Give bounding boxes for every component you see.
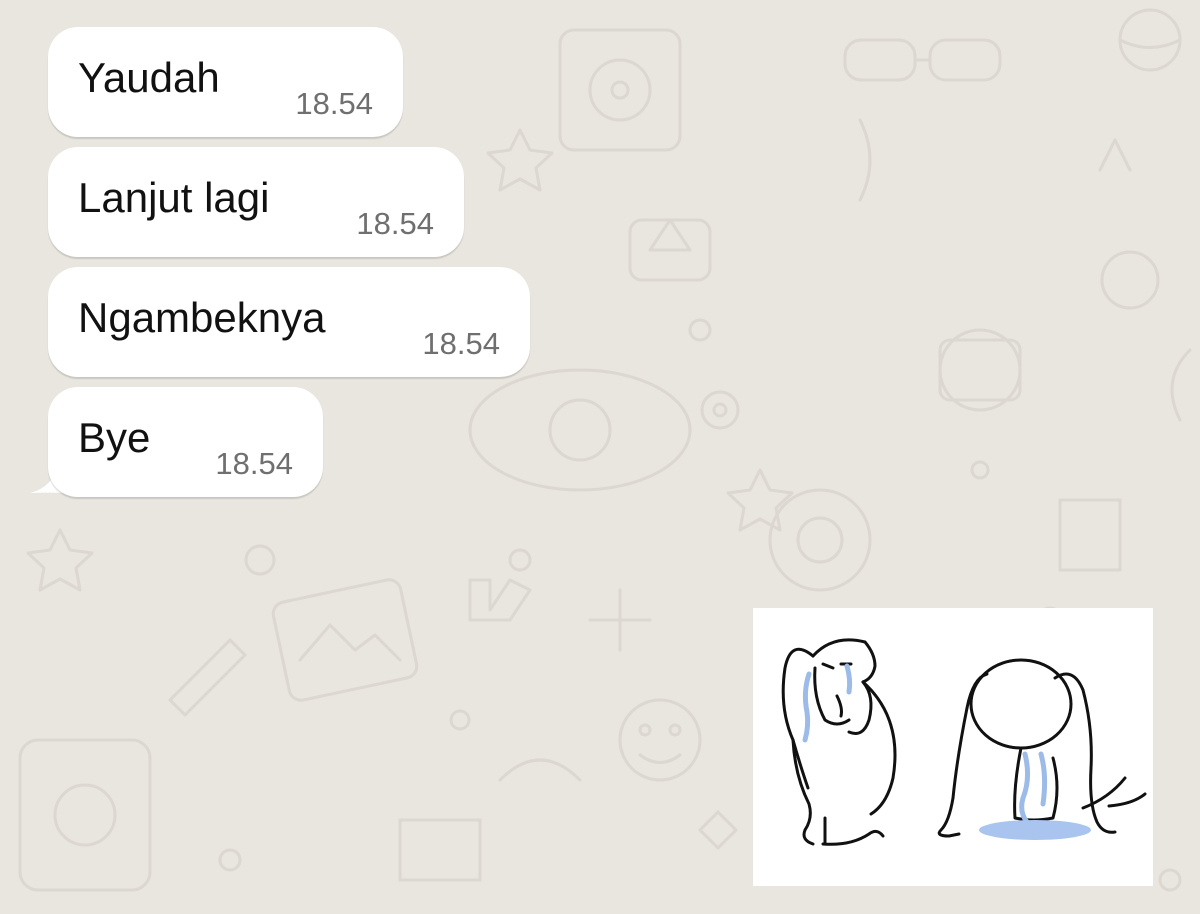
message-timestamp: 18.54: [215, 446, 293, 481]
message-bubble-lanjut-lagi[interactable]: Lanjut lagi 18.54: [48, 147, 464, 257]
message-bubble-bye[interactable]: Bye 18.54: [48, 387, 323, 497]
message-text: Ngambeknya: [78, 294, 326, 341]
message-text: Lanjut lagi: [78, 174, 270, 221]
message-timestamp: 18.54: [356, 206, 434, 241]
message-text: Bye: [78, 414, 151, 461]
message-bubble-yaudah[interactable]: Yaudah 18.54: [48, 27, 403, 137]
message-timestamp: 18.54: [295, 86, 373, 121]
message-bubble-ngambeknya[interactable]: Ngambeknya 18.54: [48, 267, 530, 377]
sticker-drawing: [781, 638, 1147, 846]
crying-kneeling-figures-sticker[interactable]: [753, 608, 1153, 886]
message-text: Yaudah: [78, 54, 220, 101]
message-timestamp: 18.54: [422, 326, 500, 361]
